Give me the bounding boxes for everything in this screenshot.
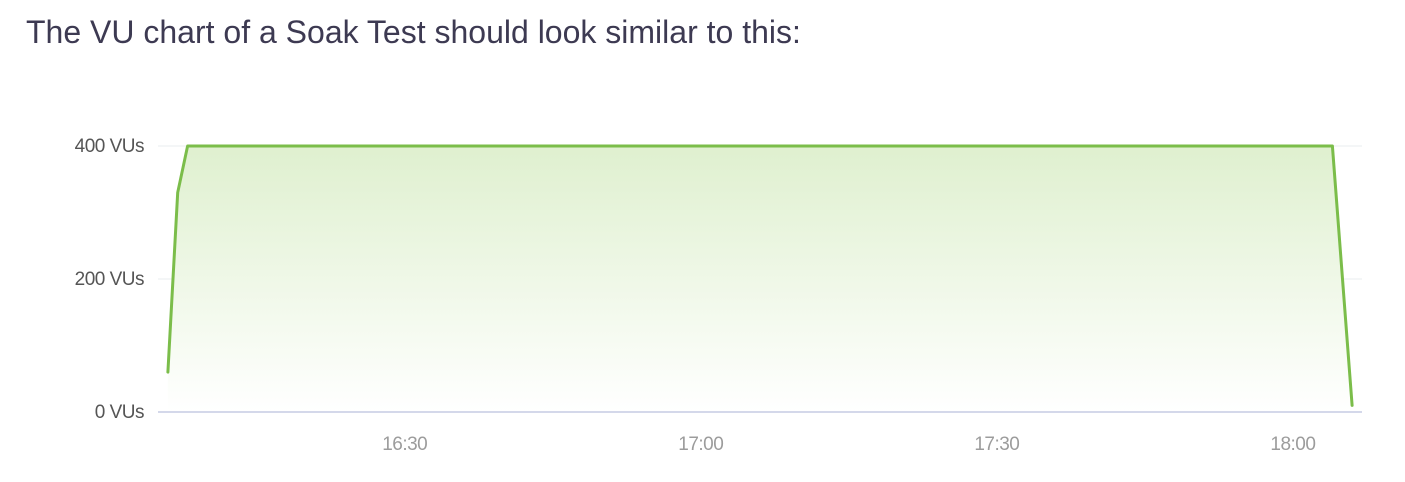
y-tick-label: 200 VUs [75, 269, 144, 290]
y-tick-label: 400 VUs [75, 136, 144, 157]
vu-chart: 0 VUs 200 VUs 400 VUs 16:30 17:00 17:30 18:00 [75, 136, 1362, 455]
series-area-fill [167, 146, 1353, 412]
y-tick-label: 0 VUs [95, 402, 144, 423]
x-tick-label: 18:00 [1270, 434, 1315, 455]
x-tick-label: 17:30 [974, 434, 1019, 455]
x-tick-label: 16:30 [382, 434, 427, 455]
area-series [166, 144, 1354, 412]
x-tick-label: 17:00 [678, 434, 723, 455]
